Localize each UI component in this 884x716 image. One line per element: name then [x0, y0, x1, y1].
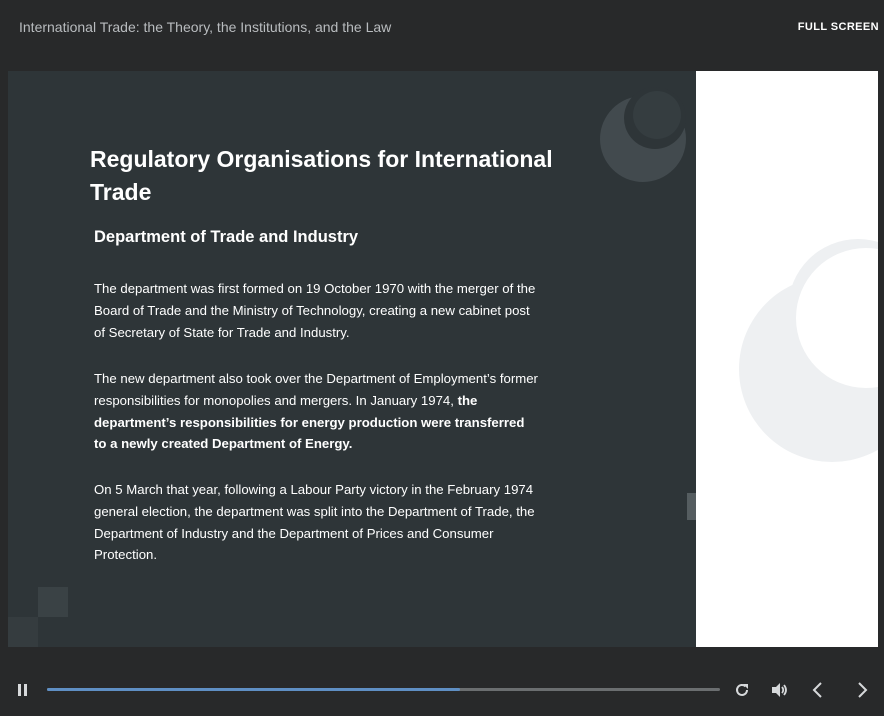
side-panel-handle[interactable] — [687, 493, 696, 520]
progress-fill — [47, 688, 460, 691]
decorative-square — [38, 587, 68, 617]
previous-slide-button[interactable] — [808, 680, 828, 700]
fullscreen-button[interactable]: FULL SCREEN — [798, 21, 879, 33]
slide: Regulatory Organisations for Internation… — [8, 71, 878, 647]
chevron-right-icon — [858, 682, 868, 698]
paragraph-2: The new department also took over the De… — [94, 368, 540, 455]
pause-button[interactable] — [14, 681, 32, 699]
decorative-square — [8, 617, 38, 647]
chevron-left-icon — [812, 682, 822, 698]
pause-icon — [18, 684, 27, 696]
course-title: International Trade: the Theory, the Ins… — [19, 19, 392, 35]
replay-icon — [736, 683, 748, 696]
progress-bar[interactable] — [47, 688, 720, 691]
replay-button[interactable] — [732, 680, 752, 700]
decorative-circle — [633, 91, 681, 139]
volume-icon — [772, 683, 787, 697]
slide-title: Regulatory Organisations for Internation… — [90, 146, 553, 205]
next-slide-button[interactable] — [852, 680, 872, 700]
top-bar: International Trade: the Theory, the Ins… — [0, 0, 884, 58]
paragraph-3: On 5 March that year, following a Labour… — [94, 482, 535, 563]
paragraph-1: The department was first formed on 19 Oc… — [94, 281, 536, 340]
section-heading: Department of Trade and Industry — [94, 228, 359, 246]
volume-button[interactable] — [769, 680, 789, 700]
player-app: International Trade: the Theory, the Ins… — [0, 0, 884, 716]
playback-controls — [0, 660, 884, 716]
